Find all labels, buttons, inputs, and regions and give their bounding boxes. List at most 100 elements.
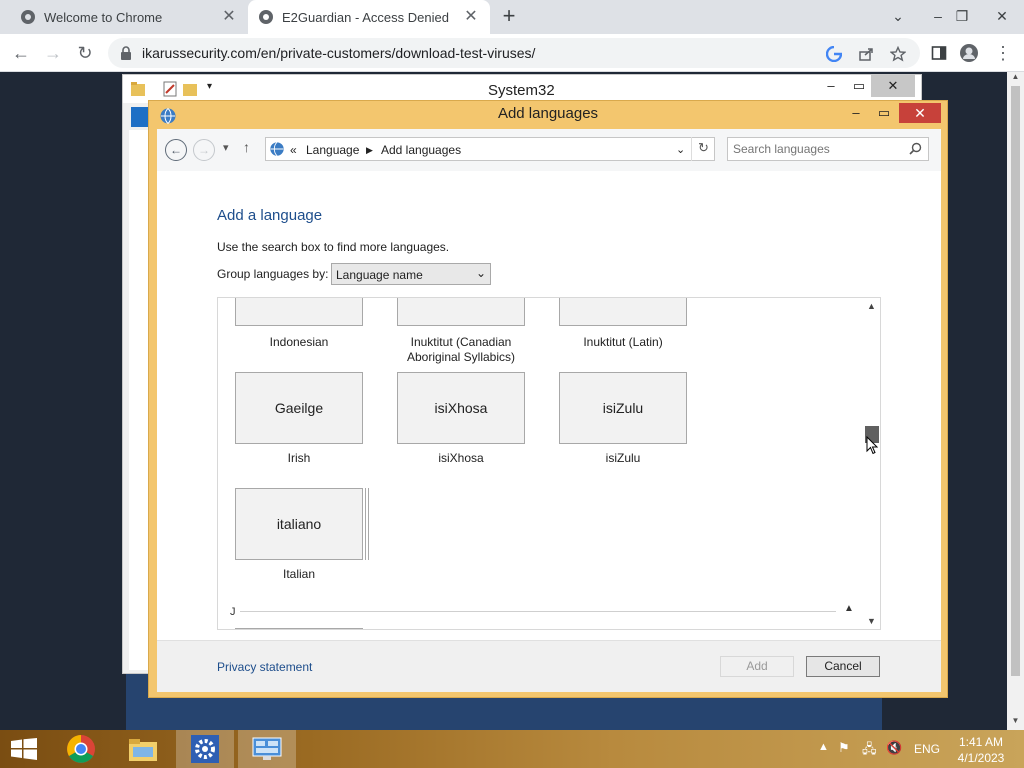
show-hidden-icons-icon[interactable]: ▲ bbox=[818, 741, 829, 753]
chrome-icon bbox=[67, 735, 95, 763]
language-label: isiXhosa bbox=[438, 451, 484, 465]
dialog-footer: Privacy statement Add Cancel bbox=[157, 640, 941, 692]
share-icon[interactable] bbox=[856, 44, 876, 64]
side-panel-icon[interactable] bbox=[926, 41, 952, 65]
minimize-button[interactable]: – bbox=[817, 75, 845, 97]
search-icon[interactable] bbox=[909, 142, 922, 155]
up-arrow-icon[interactable]: ↑ bbox=[243, 139, 250, 155]
windows-logo-icon bbox=[11, 738, 37, 760]
chrome-toolbar: ← → ↻ ikarussecurity.com/en/private-cust… bbox=[0, 34, 1024, 72]
page-title: Add a language bbox=[217, 207, 323, 224]
breadcrumb-overflow[interactable]: « bbox=[290, 143, 297, 157]
tab-title: E2Guardian - Access Denied bbox=[282, 9, 449, 25]
language-tile-italian[interactable]: italiano bbox=[235, 488, 363, 560]
address-dropdown-chevron-icon[interactable]: ⌄ bbox=[676, 143, 685, 156]
back-arrow-icon[interactable]: ← bbox=[165, 139, 187, 161]
minimize-button[interactable]: – bbox=[843, 103, 869, 123]
network-icon[interactable]: 🖧 bbox=[862, 740, 877, 762]
scroll-up-arrow-icon[interactable]: ▲ bbox=[1007, 72, 1024, 86]
taskbar-file-explorer[interactable] bbox=[114, 730, 172, 768]
system-clock[interactable]: 1:41 AM 4/1/2023 bbox=[952, 734, 1010, 766]
taskbar-chrome[interactable] bbox=[52, 730, 110, 768]
address-bar[interactable]: ikarussecurity.com/en/private-customers/… bbox=[108, 38, 920, 68]
dialog-title: Add languages bbox=[497, 105, 599, 122]
language-globe-icon bbox=[270, 141, 284, 157]
clock-time: 1:41 AM bbox=[958, 735, 1004, 749]
section-header-letter: J bbox=[230, 606, 236, 618]
tab-e2guardian[interactable]: E2Guardian - Access Denied ✕ bbox=[248, 0, 490, 34]
clock-date: 4/1/2023 bbox=[957, 751, 1005, 765]
close-button[interactable]: ✕ bbox=[871, 75, 915, 97]
input-language-indicator[interactable]: ENG bbox=[914, 742, 940, 756]
profile-avatar-icon[interactable] bbox=[956, 41, 982, 65]
chrome-menu-icon[interactable]: ⋮ bbox=[990, 41, 1016, 65]
start-button[interactable] bbox=[0, 730, 48, 768]
scrollbar-thumb[interactable] bbox=[1011, 86, 1020, 676]
close-window-button[interactable]: ✕ bbox=[982, 0, 1022, 34]
maximize-button[interactable]: ▭ bbox=[871, 103, 897, 123]
add-button[interactable]: Add bbox=[720, 656, 794, 677]
gear-icon bbox=[191, 735, 219, 763]
close-tab-icon[interactable]: ✕ bbox=[220, 8, 238, 26]
language-tile-isizulu[interactable]: isiZulu bbox=[559, 372, 687, 444]
taskbar-control-panel[interactable] bbox=[238, 730, 296, 768]
forward-arrow-icon[interactable]: → bbox=[40, 41, 66, 65]
group-by-select[interactable]: Language name ⌄ bbox=[331, 263, 491, 285]
folder-icon bbox=[131, 82, 145, 96]
list-scrollbar[interactable]: ▲ ▼ bbox=[863, 298, 880, 629]
chrome-tab-strip: Welcome to Chrome ✕ E2Guardian - Access … bbox=[0, 0, 1024, 34]
language-label: Italian bbox=[282, 567, 316, 581]
language-tile-inuktitut-latin[interactable] bbox=[559, 298, 687, 326]
close-button[interactable]: ✕ bbox=[899, 103, 941, 123]
language-tile-isixhosa[interactable]: isiXhosa bbox=[397, 372, 525, 444]
cancel-button[interactable]: Cancel bbox=[806, 656, 880, 677]
restore-button[interactable]: ❐ bbox=[942, 0, 982, 34]
lock-icon bbox=[121, 46, 131, 60]
breadcrumb[interactable]: « Language ▶ Add languages ⌄ bbox=[265, 137, 715, 161]
volume-muted-icon[interactable]: 🔇 bbox=[886, 740, 902, 756]
scroll-up-arrow-icon[interactable]: ▲ bbox=[867, 301, 876, 311]
new-tab-button[interactable]: + bbox=[498, 5, 520, 27]
forward-arrow-icon[interactable]: → bbox=[193, 139, 215, 161]
tab-title: Welcome to Chrome bbox=[44, 9, 163, 25]
new-folder-icon[interactable] bbox=[183, 81, 197, 97]
language-label-line: Inuktitut (Canadian bbox=[410, 335, 512, 349]
page-scrollbar[interactable]: ▲ ▼ bbox=[1007, 72, 1024, 730]
scroll-down-arrow-icon[interactable]: ▼ bbox=[1007, 716, 1024, 730]
breadcrumb-chevron-icon[interactable]: ▶ bbox=[366, 145, 373, 156]
tab-welcome-to-chrome[interactable]: Welcome to Chrome ✕ bbox=[10, 0, 248, 34]
globe-favicon-icon bbox=[259, 10, 273, 24]
taskbar: ▲ ⚑ 🖧 🔇 ENG 1:41 AM 4/1/2023 bbox=[0, 730, 1024, 768]
breadcrumb-language[interactable]: Language bbox=[306, 143, 359, 157]
section-collapse-icon[interactable]: ▲ bbox=[844, 603, 854, 614]
properties-icon[interactable] bbox=[163, 81, 177, 97]
mouse-pointer-icon bbox=[866, 436, 878, 455]
action-center-flag-icon[interactable]: ⚑ bbox=[838, 740, 850, 756]
language-label: Inuktitut (Canadian Aboriginal Syllabics… bbox=[386, 335, 536, 365]
bookmark-star-icon[interactable] bbox=[888, 44, 908, 64]
refresh-icon[interactable]: ↻ bbox=[691, 137, 715, 161]
language-tile-irish[interactable]: Gaeilge bbox=[235, 372, 363, 444]
url-text: ikarussecurity.com/en/private-customers/… bbox=[142, 45, 536, 61]
reload-icon[interactable]: ↻ bbox=[72, 41, 98, 65]
language-label-line: Aboriginal Syllabics) bbox=[406, 350, 516, 364]
language-tile-indonesian[interactable] bbox=[235, 298, 363, 326]
quick-access-dropdown-icon[interactable]: ▾ bbox=[207, 81, 212, 92]
search-input[interactable] bbox=[733, 141, 903, 157]
maximize-button[interactable]: ▭ bbox=[845, 75, 873, 97]
close-tab-icon[interactable]: ✕ bbox=[462, 8, 480, 26]
recent-locations-chevron-icon[interactable]: ▾ bbox=[223, 141, 229, 154]
tab-search-chevron-icon[interactable]: ⌄ bbox=[878, 0, 918, 34]
language-tile-next[interactable] bbox=[235, 628, 363, 629]
language-tile-inuktitut-syllabics[interactable] bbox=[397, 298, 525, 326]
back-arrow-icon[interactable]: ← bbox=[8, 41, 34, 65]
search-languages-field[interactable] bbox=[727, 137, 929, 161]
scroll-down-arrow-icon[interactable]: ▼ bbox=[867, 616, 876, 626]
taskbar-settings[interactable] bbox=[176, 730, 234, 768]
privacy-statement-link[interactable]: Privacy statement bbox=[217, 660, 312, 674]
breadcrumb-add-languages[interactable]: Add languages bbox=[381, 143, 461, 157]
language-label: Inuktitut (Latin) bbox=[583, 335, 663, 349]
section-divider bbox=[240, 611, 836, 612]
google-lens-icon[interactable] bbox=[824, 44, 844, 64]
search-hint: Use the search box to find more language… bbox=[217, 240, 450, 254]
